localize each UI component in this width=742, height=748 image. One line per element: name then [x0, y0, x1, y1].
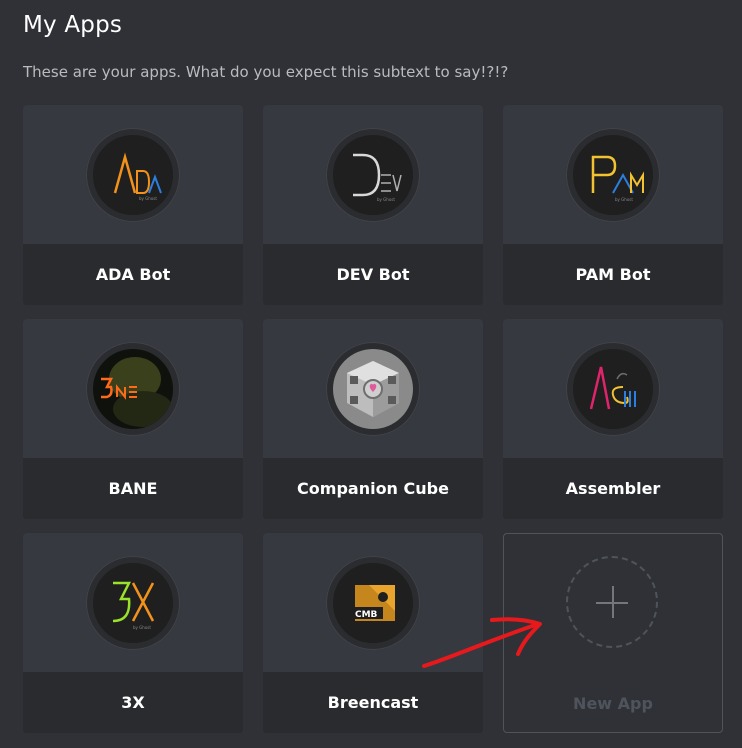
my-apps-page: My Apps These are your apps. What do you… [0, 0, 742, 748]
app-name: Breencast [327, 693, 419, 712]
app-name: BANE [108, 479, 158, 498]
app-card-dev-bot[interactable]: by Ghost DEV Bot [263, 105, 483, 305]
app-name: DEV Bot [336, 265, 410, 284]
app-avatar-ring [566, 342, 660, 436]
app-avatar-ring [326, 342, 420, 436]
new-app-circle [566, 556, 658, 648]
app-avatar-ring: by Ghost [566, 128, 660, 222]
new-app-label: New App [573, 694, 653, 713]
breencast-logo-icon: CMB [333, 563, 413, 643]
app-card-pam-bot[interactable]: by Ghost PAM Bot [503, 105, 723, 305]
app-avatar-ring: CMB [326, 556, 420, 650]
app-name: Assembler [565, 479, 661, 498]
pam-bot-logo-icon: by Ghost [573, 135, 653, 215]
app-card-ada-bot[interactable]: by Ghost ADA Bot [23, 105, 243, 305]
red-arrow-icon [422, 617, 542, 668]
svg-text:by Ghost: by Ghost [615, 197, 633, 202]
app-name: 3X [121, 693, 145, 712]
app-card-assembler[interactable]: Assembler [503, 319, 723, 519]
3x-logo-icon: by Ghost [93, 563, 173, 643]
ada-bot-logo-icon: by Ghost [93, 135, 173, 215]
page-subtitle: These are your apps. What do you expect … [23, 63, 509, 81]
plus-icon-vertical [612, 586, 614, 618]
app-avatar-ring: by Ghost [86, 128, 180, 222]
page-title: My Apps [23, 12, 123, 38]
app-card-companion-cube[interactable]: Companion Cube [263, 319, 483, 519]
app-avatar-ring [86, 342, 180, 436]
app-name: ADA Bot [95, 265, 171, 284]
dev-bot-logo-icon: by Ghost [333, 135, 413, 215]
app-avatar-ring: by Ghost [86, 556, 180, 650]
app-avatar-ring: by Ghost [326, 128, 420, 222]
svg-text:by Ghost: by Ghost [133, 625, 151, 630]
bane-logo-icon [93, 349, 173, 429]
assembler-logo-icon [573, 349, 653, 429]
app-card-bane[interactable]: BANE [23, 319, 243, 519]
companion-cube-icon [333, 349, 413, 429]
svg-text:CMB: CMB [355, 610, 378, 620]
svg-text:by Ghost: by Ghost [377, 197, 395, 202]
app-name: PAM Bot [575, 265, 651, 284]
svg-text:by Ghost: by Ghost [139, 196, 157, 201]
app-name: Companion Cube [297, 479, 449, 498]
app-card-3x[interactable]: by Ghost 3X [23, 533, 243, 733]
